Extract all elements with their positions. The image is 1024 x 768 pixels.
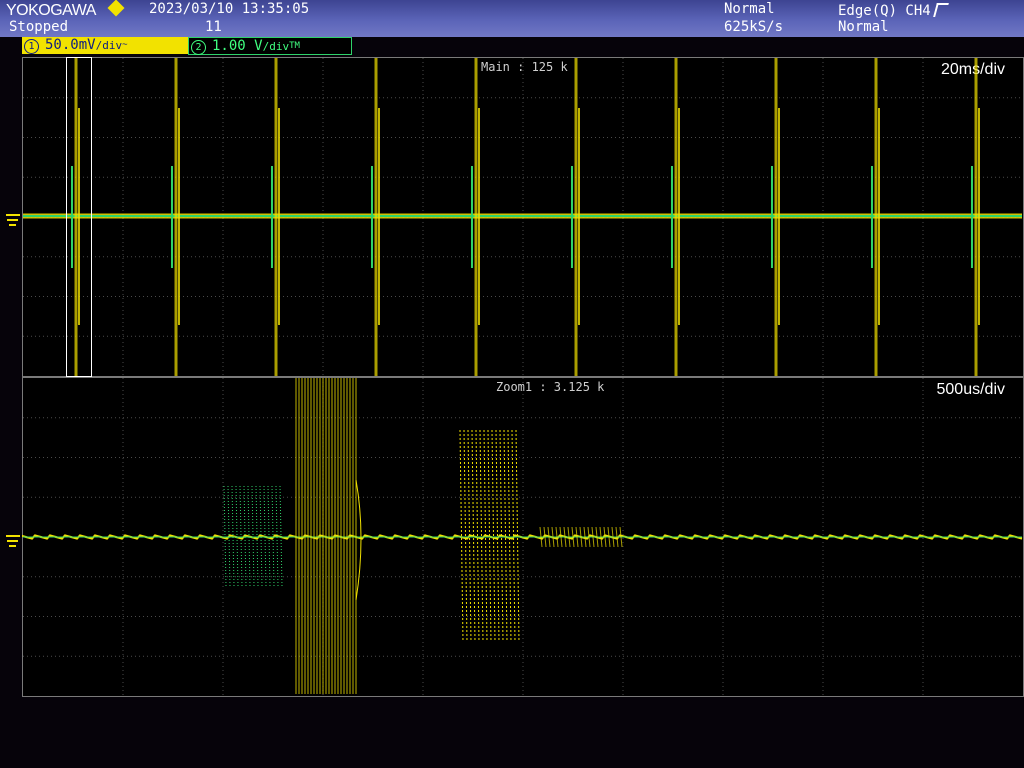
ch1-burst2-zoom — [475, 429, 480, 643]
zoom-area-marker[interactable] — [66, 57, 92, 377]
ch2-burst-zoom — [255, 485, 259, 587]
ch1-burst2-zoom — [491, 429, 496, 643]
ground-marker-zoom-icon — [6, 535, 20, 547]
ch1-burst2-zoom — [479, 429, 484, 643]
ch1-burst-tail-zoom — [355, 479, 362, 601]
ch1-burst2-zoom — [507, 429, 512, 643]
waveform-traces — [22, 58, 1023, 696]
ch1-burst2-zoom — [463, 429, 468, 643]
ch2-burst-zoom — [235, 485, 239, 587]
ch2-burst-zoom — [239, 485, 243, 587]
ch2-burst-zoom — [223, 485, 227, 587]
ground-marker-main-icon — [6, 214, 20, 226]
ch2-burst-zoom — [267, 485, 271, 587]
ch2-burst-zoom — [251, 485, 255, 587]
